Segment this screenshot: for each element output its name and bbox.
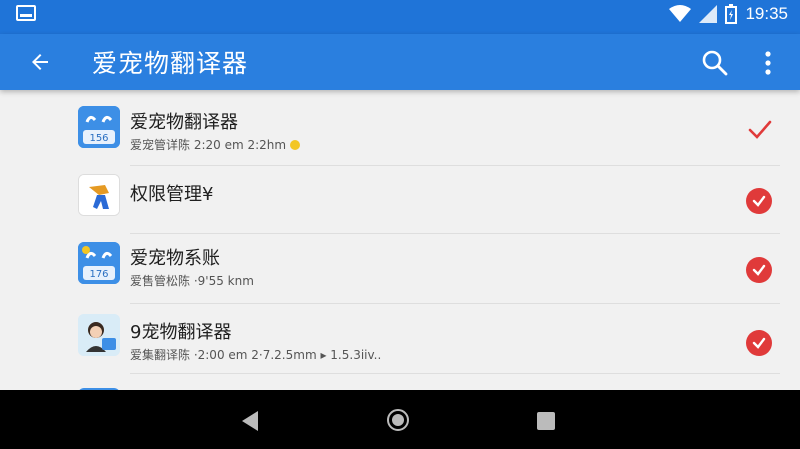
nav-back-icon[interactable] xyxy=(240,410,260,432)
search-icon xyxy=(702,50,728,76)
check-icon[interactable] xyxy=(746,116,774,144)
item-subtitle: 爱宠管详陈 2:20 em 2:2hm xyxy=(130,136,301,153)
svg-text:156: 156 xyxy=(89,133,108,144)
battery-icon xyxy=(725,4,738,24)
checked-icon[interactable] xyxy=(746,330,772,356)
item-subtitle: 爱集翻译陈 ·2:00 em 2·7.2.5mm ▸ 1.5.3iiv.. xyxy=(130,348,382,362)
back-button[interactable] xyxy=(24,46,56,78)
item-title: 9宠物翻译器 xyxy=(130,322,232,343)
wifi-icon xyxy=(669,5,692,22)
notification-icon xyxy=(16,5,36,21)
signal-icon xyxy=(699,5,718,23)
app-icon xyxy=(78,174,120,216)
search-button[interactable] xyxy=(700,48,730,78)
checked-icon[interactable] xyxy=(746,188,772,214)
item-title: 爱宠物翻译器 xyxy=(130,112,238,133)
app-icon: 156 xyxy=(78,106,120,148)
app-icon xyxy=(78,314,120,356)
app-bar: 爱宠物翻译器 xyxy=(0,34,800,90)
list-item[interactable]: 176 爱宠物系账 爱售管松陈 ·9'55 knm xyxy=(0,236,800,304)
item-title: 爱宠物系账 xyxy=(130,248,220,269)
nav-home-icon[interactable] xyxy=(386,408,410,432)
item-subtitle: 爱售管松陈 ·9'55 knm xyxy=(130,274,254,288)
more-vert-icon xyxy=(765,51,771,75)
more-options-button[interactable] xyxy=(756,48,780,78)
svg-text:176: 176 xyxy=(89,269,108,280)
status-dot xyxy=(290,140,301,150)
list-item[interactable]: 156 爱宠物翻译器 爱宠管详陈 2:20 em 2:2hm xyxy=(0,98,800,166)
navigation-bar xyxy=(0,390,800,449)
list-item[interactable]: 9宠物翻译器 爱集翻译陈 ·2:00 em 2·7.2.5mm ▸ 1.5.3i… xyxy=(0,306,800,374)
status-time: 19:35 xyxy=(745,4,788,23)
checked-icon[interactable] xyxy=(746,257,772,283)
status-right: 19:35 xyxy=(669,4,788,24)
app-list: 156 爱宠物翻译器 爱宠管详陈 2:20 em 2:2hm 权限管理¥ 176… xyxy=(0,90,800,390)
item-title: 权限管理¥ xyxy=(130,184,214,205)
status-bar: 19:35 xyxy=(0,0,800,34)
list-item[interactable]: 权限管理¥ xyxy=(0,166,800,234)
nav-recents-icon[interactable] xyxy=(537,412,555,430)
app-icon: 176 xyxy=(78,242,120,284)
list-item[interactable] xyxy=(0,376,800,390)
back-arrow-icon xyxy=(32,54,48,70)
app-title: 爱宠物翻译器 xyxy=(92,49,249,78)
